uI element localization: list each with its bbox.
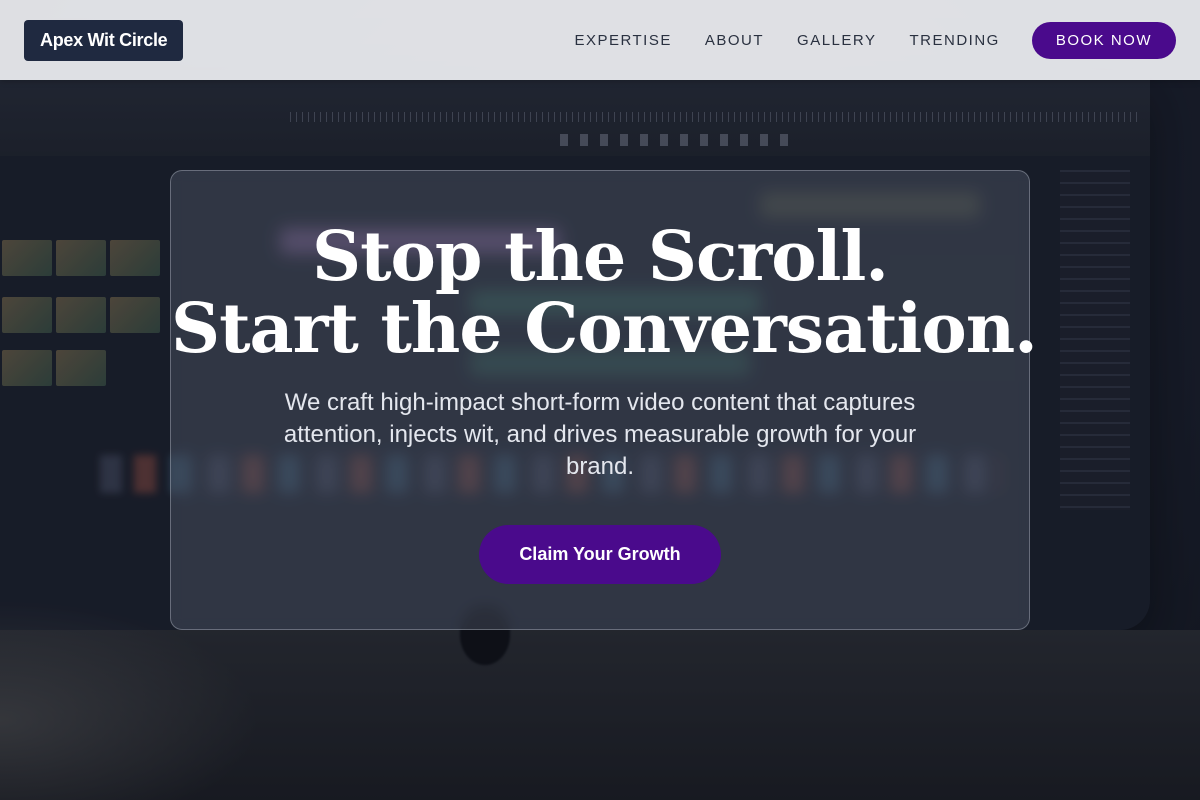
nav-link-expertise[interactable]: EXPERTISE bbox=[574, 32, 671, 49]
hero-card: Stop the Scroll. Start the Conversation.… bbox=[170, 170, 1038, 630]
hero-subtitle: We craft high-impact short-form video co… bbox=[283, 389, 917, 480]
hero-title: Stop the Scroll. Start the Conversation. bbox=[171, 217, 1038, 369]
main-nav: EXPERTISE ABOUT GALLERY TRENDING BOOK NO… bbox=[574, 21, 1176, 59]
nav-link-about[interactable]: ABOUT bbox=[705, 32, 764, 49]
book-now-button[interactable]: BOOK NOW bbox=[1031, 21, 1176, 59]
hero-title-line-2: Start the Conversation. bbox=[171, 289, 1038, 369]
brand-logo[interactable]: Apex Wit Circle bbox=[24, 19, 184, 61]
claim-growth-button[interactable]: Claim Your Growth bbox=[479, 525, 721, 584]
site-header: Apex Wit Circle EXPERTISE ABOUT GALLERY … bbox=[0, 0, 1200, 80]
nav-link-trending[interactable]: TRENDING bbox=[909, 32, 999, 49]
nav-link-gallery[interactable]: GALLERY bbox=[797, 32, 876, 49]
hero-title-line-1: Stop the Scroll. bbox=[312, 217, 889, 297]
